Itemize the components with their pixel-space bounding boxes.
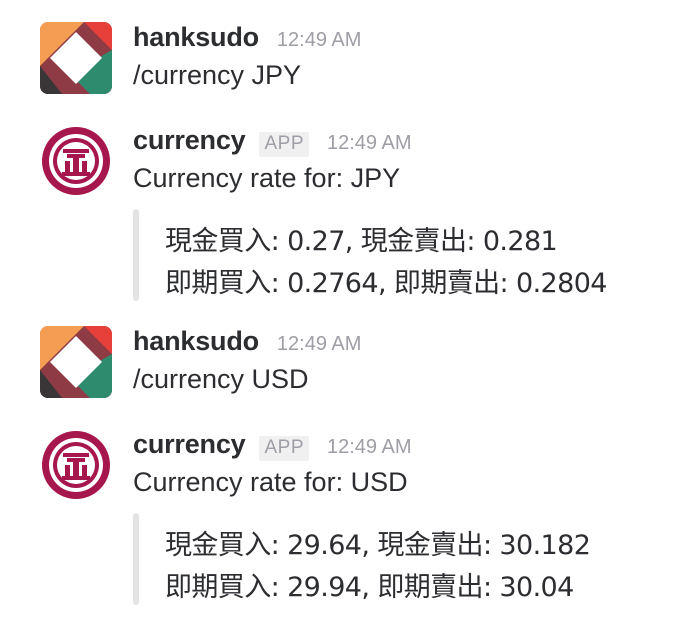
bank-logo-graphic (42, 431, 110, 499)
user-avatar-graphic (40, 326, 112, 398)
message-text: Currency rate for: JPY (133, 163, 401, 193)
user-avatar-icon[interactable] (40, 22, 112, 94)
bank-logo-graphic (42, 127, 110, 195)
attachment-border (133, 513, 139, 605)
author-name[interactable]: currency (133, 429, 246, 460)
author-name[interactable]: currency (133, 125, 246, 156)
message-text: /currency JPY (133, 60, 302, 90)
author-name[interactable]: hanksudo (133, 326, 259, 357)
timestamp[interactable]: 12:49 AM (277, 333, 362, 356)
user-avatar-graphic (40, 22, 112, 94)
timestamp[interactable]: 12:49 AM (277, 29, 362, 52)
attachment-border (133, 209, 139, 301)
app-badge: APP (259, 132, 309, 157)
message-header: hanksudo 12:49 AM (133, 22, 361, 56)
message-header: hanksudo 12:49 AM (133, 326, 361, 360)
message-text: /currency USD (133, 364, 309, 394)
cash-rate-line: 現金買入: 29.64, 現金賣出: 30.182 (165, 530, 591, 561)
user-avatar-icon[interactable] (40, 326, 112, 398)
timestamp[interactable]: 12:49 AM (327, 132, 412, 155)
spot-rate-line: 即期買入: 29.94, 即期賣出: 30.04 (165, 572, 574, 603)
bank-logo-icon[interactable] (40, 429, 112, 501)
rate-attachment: 現金買入: 0.27, 現金賣出: 0.281 即期買入: 0.2764, 即期… (133, 209, 673, 301)
message-header: currency APP 12:49 AM (133, 429, 412, 463)
rate-attachment: 現金買入: 29.64, 現金賣出: 30.182 即期買入: 29.94, 即… (133, 513, 673, 605)
timestamp[interactable]: 12:49 AM (327, 436, 412, 459)
message-header: currency APP 12:49 AM (133, 125, 412, 159)
cash-rate-line: 現金買入: 0.27, 現金賣出: 0.281 (165, 226, 558, 257)
spot-rate-line: 即期買入: 0.2764, 即期賣出: 0.2804 (165, 268, 607, 299)
bank-logo-icon[interactable] (40, 125, 112, 197)
app-badge: APP (259, 436, 309, 461)
message-text: Currency rate for: USD (133, 467, 408, 497)
author-name[interactable]: hanksudo (133, 22, 259, 53)
